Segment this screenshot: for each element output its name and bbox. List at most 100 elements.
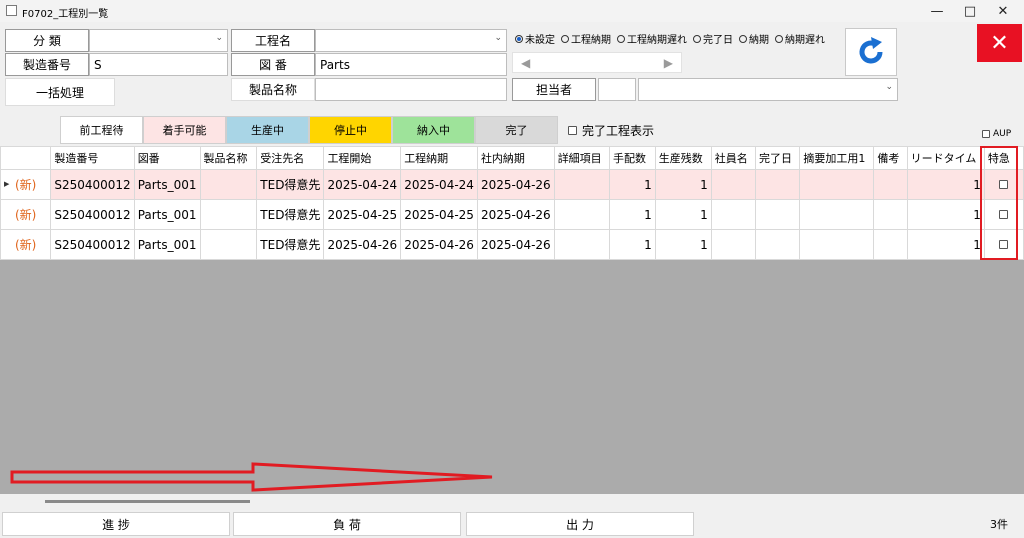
column-header[interactable]: 備考 — [873, 146, 908, 170]
table-cell[interactable]: 1 — [654, 169, 712, 200]
tab-startable[interactable]: 着手可能 — [143, 116, 226, 144]
radio-process-late[interactable]: 工程納期遅れ — [617, 31, 687, 46]
radio-process-due[interactable]: 工程納期 — [561, 31, 611, 46]
column-header[interactable]: 製造番号 — [50, 146, 135, 170]
table-cell[interactable]: 1 — [608, 169, 656, 200]
progress-button[interactable]: 進 捗 — [2, 512, 230, 536]
table-cell[interactable] — [873, 169, 908, 200]
row-header[interactable]: (新) — [0, 229, 52, 260]
column-header[interactable]: リードタイム — [906, 146, 985, 170]
table-row[interactable]: (新) S250400012 Parts_001 TED得意先 2025-04-25 20… — [0, 199, 1024, 230]
table-cell[interactable] — [710, 169, 757, 200]
close-form-button[interactable]: ✕ — [977, 24, 1022, 62]
table-cell[interactable]: TED得意先 — [256, 229, 325, 260]
minimize-icon[interactable]: — — [920, 0, 954, 22]
table-row[interactable]: ▶ (新) S250400012 Parts_001 TED得意先 2025-04-24 2… — [0, 169, 1024, 200]
load-button[interactable]: 負 荷 — [233, 512, 461, 536]
bulk-process-button[interactable]: 一括処理 — [5, 78, 115, 106]
tab-stopped[interactable]: 停止中 — [309, 116, 392, 144]
tab-in-production[interactable]: 生産中 — [226, 116, 309, 144]
column-header[interactable]: 手配数 — [608, 146, 656, 170]
tab-pre-process[interactable]: 前工程待 — [60, 116, 143, 144]
table-cell[interactable]: TED得意先 — [256, 169, 325, 200]
scrollbar-thumb[interactable] — [45, 500, 250, 503]
radio-due[interactable]: 納期 — [739, 31, 769, 46]
table-cell[interactable] — [710, 229, 757, 260]
table-cell[interactable] — [553, 229, 610, 260]
maximize-icon[interactable]: □ — [953, 0, 987, 22]
table-cell[interactable]: 2025-04-26 — [476, 229, 555, 260]
table-cell[interactable]: 2025-04-25 — [400, 199, 478, 230]
table-cell[interactable]: 1 — [906, 229, 985, 260]
drawing-input[interactable]: Parts — [315, 53, 507, 76]
table-cell[interactable] — [873, 229, 908, 260]
table-row[interactable]: (新) S250400012 Parts_001 TED得意先 2025-04-26 20… — [0, 229, 1024, 260]
column-header[interactable]: 図番 — [133, 146, 201, 170]
tab-delivering[interactable]: 納入中 — [392, 116, 475, 144]
table-cell[interactable] — [199, 169, 258, 200]
column-header[interactable]: 完了日 — [755, 146, 801, 170]
radio-completed-date[interactable]: 完了日 — [693, 31, 733, 46]
table-cell[interactable]: 1 — [608, 199, 656, 230]
table-cell[interactable]: 1 — [608, 229, 656, 260]
table-cell[interactable]: 2025-04-26 — [476, 199, 555, 230]
table-cell[interactable]: Parts_001 — [133, 199, 201, 230]
table-cell[interactable]: 2025-04-26 — [323, 229, 402, 260]
output-button[interactable]: 出 力 — [466, 512, 694, 536]
row-header[interactable]: (新) — [0, 199, 52, 230]
column-header[interactable]: 摘要加工用1 — [799, 146, 875, 170]
table-cell[interactable]: S250400012 — [50, 199, 135, 230]
product-name-input[interactable] — [315, 78, 507, 101]
radio-unset[interactable]: 未設定 — [515, 31, 555, 46]
column-header[interactable]: 生産残数 — [654, 146, 712, 170]
table-cell[interactable]: TED得意先 — [256, 199, 325, 230]
column-header[interactable]: 製品名称 — [199, 146, 258, 170]
show-completed-checkbox[interactable]: 完了工程表示 — [568, 122, 654, 139]
refresh-button[interactable] — [845, 28, 897, 76]
table-cell[interactable]: Parts_001 — [133, 229, 201, 260]
column-header[interactable]: 社員名 — [710, 146, 757, 170]
radio-label: 未設定 — [525, 35, 555, 46]
table-cell[interactable] — [755, 229, 801, 260]
process-name-combo[interactable]: ⌄ — [315, 29, 507, 52]
table-cell[interactable]: S250400012 — [50, 229, 135, 260]
table-cell[interactable]: S250400012 — [50, 169, 135, 200]
column-header[interactable]: 社内納期 — [476, 146, 555, 170]
table-cell[interactable] — [755, 199, 801, 230]
serial-input[interactable]: S — [89, 53, 228, 76]
table-cell[interactable]: Parts_001 — [133, 169, 201, 200]
column-header[interactable]: 受注先名 — [256, 146, 325, 170]
table-cell[interactable] — [799, 229, 875, 260]
table-cell[interactable]: 2025-04-26 — [400, 229, 478, 260]
table-cell[interactable] — [873, 199, 908, 230]
table-cell[interactable]: 2025-04-24 — [400, 169, 478, 200]
category-combo[interactable]: ⌄ — [89, 29, 228, 52]
radio-due-late[interactable]: 納期遅れ — [775, 31, 825, 46]
table-cell[interactable] — [710, 199, 757, 230]
table-cell[interactable]: 2025-04-24 — [323, 169, 402, 200]
column-header[interactable]: 工程開始 — [323, 146, 402, 170]
table-cell[interactable] — [799, 199, 875, 230]
person-name-combo[interactable]: ⌄ — [638, 78, 898, 101]
table-cell[interactable] — [553, 169, 610, 200]
window-close-icon[interactable]: ✕ — [986, 0, 1020, 22]
table-cell[interactable] — [199, 229, 258, 260]
aup-checkbox[interactable]: AUP — [982, 129, 1011, 139]
table-cell[interactable]: 1 — [906, 169, 985, 200]
prev-arrow-icon[interactable]: ◀ — [521, 56, 530, 70]
tab-complete[interactable]: 完了 — [475, 116, 558, 144]
table-cell[interactable]: 1 — [906, 199, 985, 230]
table-cell[interactable]: 2025-04-25 — [323, 199, 402, 230]
table-cell[interactable] — [799, 169, 875, 200]
person-code-input[interactable] — [598, 78, 636, 101]
column-header[interactable]: 詳細項目 — [553, 146, 610, 170]
table-cell[interactable] — [755, 169, 801, 200]
table-cell[interactable]: 2025-04-26 — [476, 169, 555, 200]
table-cell[interactable]: 1 — [654, 229, 712, 260]
next-arrow-icon[interactable]: ▶ — [664, 56, 673, 70]
column-header[interactable]: 工程納期 — [400, 146, 478, 170]
row-header[interactable]: ▶ (新) — [0, 169, 52, 200]
table-cell[interactable] — [553, 199, 610, 230]
table-cell[interactable]: 1 — [654, 199, 712, 230]
table-cell[interactable] — [199, 199, 258, 230]
